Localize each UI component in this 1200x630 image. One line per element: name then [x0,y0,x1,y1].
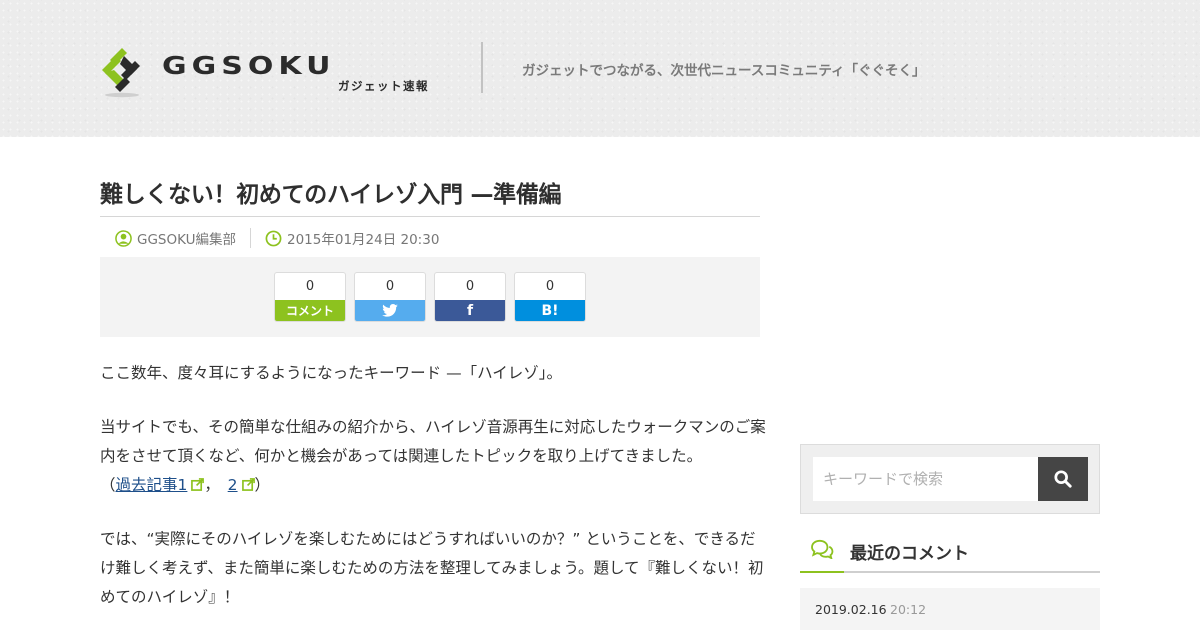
comment-count: 0 [305,279,315,294]
share-twitter-button[interactable]: 0 [354,272,426,322]
twitter-icon [382,304,398,317]
site-tagline: ガジェットでつながる、次世代ニュースコミュニティ「ぐぐそく」 [522,63,926,79]
site-logo[interactable]: GGSOKU ガジェット速報 [100,40,445,100]
comments-icon [811,539,834,559]
share-bar: 0 コメント 0 0 f 0 B! [100,257,760,337]
list-item[interactable]: 2019.02.16 20:12 [800,588,1100,630]
article-title: 難しくない！初めてのハイレゾ入門 —準備編 [100,182,562,208]
past-article-link-1[interactable]: 過去記事1 [116,476,188,494]
recent-comments-header: 最近のコメント [800,530,1100,573]
article-meta: GGSOKU編集部 2015年01月24日 20:30 [115,228,439,248]
logo-subtitle: ガジェット速報 [338,79,429,93]
user-icon [115,229,132,247]
clock-icon [265,230,282,246]
comment-time: 20:12 [890,602,927,617]
share-comment-button[interactable]: 0 コメント [274,272,346,322]
title-divider [100,216,760,217]
external-link-icon [241,478,255,491]
search-icon [1054,470,1072,488]
external-link-icon [191,478,205,491]
search-input[interactable] [813,457,1039,501]
search-button[interactable] [1038,457,1088,501]
paragraph-intro: ここ数年、度々耳にするようになったキーワード —「ハイレゾ」。 [100,364,563,382]
twitter-count: 0 [385,279,395,294]
hatena-count: 0 [545,279,555,294]
hatena-bookmark-icon: B! [515,300,585,321]
post-date: 2015年01月24日 20:30 [265,228,439,248]
search-form [800,444,1100,514]
share-facebook-button[interactable]: 0 f [434,272,506,322]
paragraph-background: 当サイトでも、その簡単な仕組みの紹介から、ハイレゾ音源再生に対応したウォークマン… [100,418,766,494]
logo-wordmark: GGSOKU [162,52,336,81]
ggsoku-logo-icon [102,48,140,98]
paragraph-purpose: では、“実際にそのハイレゾを楽しむためにはどうすればいいのか？” ということを、… [100,530,764,606]
author-name: GGSOKU編集部 [137,232,236,248]
site-header: GGSOKU ガジェット速報 ガジェットでつながる、次世代ニュースコミュニティ「… [0,0,1200,137]
paragraph-text: 当サイトでも、その簡単な仕組みの紹介から、ハイレゾ音源再生に対応したウォークマン… [100,418,766,465]
recent-comments-title: 最近のコメント [850,544,969,564]
comment-date: 2019.02.16 [815,602,887,617]
facebook-count: 0 [465,279,475,294]
past-article-link-2[interactable]: 2 [228,476,238,494]
comment-label: コメント [275,300,345,321]
facebook-icon: f [435,300,505,321]
share-hatena-button[interactable]: 0 B! [514,272,586,322]
meta-separator [250,228,251,248]
header-divider [481,42,483,93]
post-datetime: 2015年01月24日 20:30 [287,232,440,248]
author[interactable]: GGSOKU編集部 [115,228,236,248]
ad-space [800,180,1100,430]
widget-accent-bar [800,571,844,573]
